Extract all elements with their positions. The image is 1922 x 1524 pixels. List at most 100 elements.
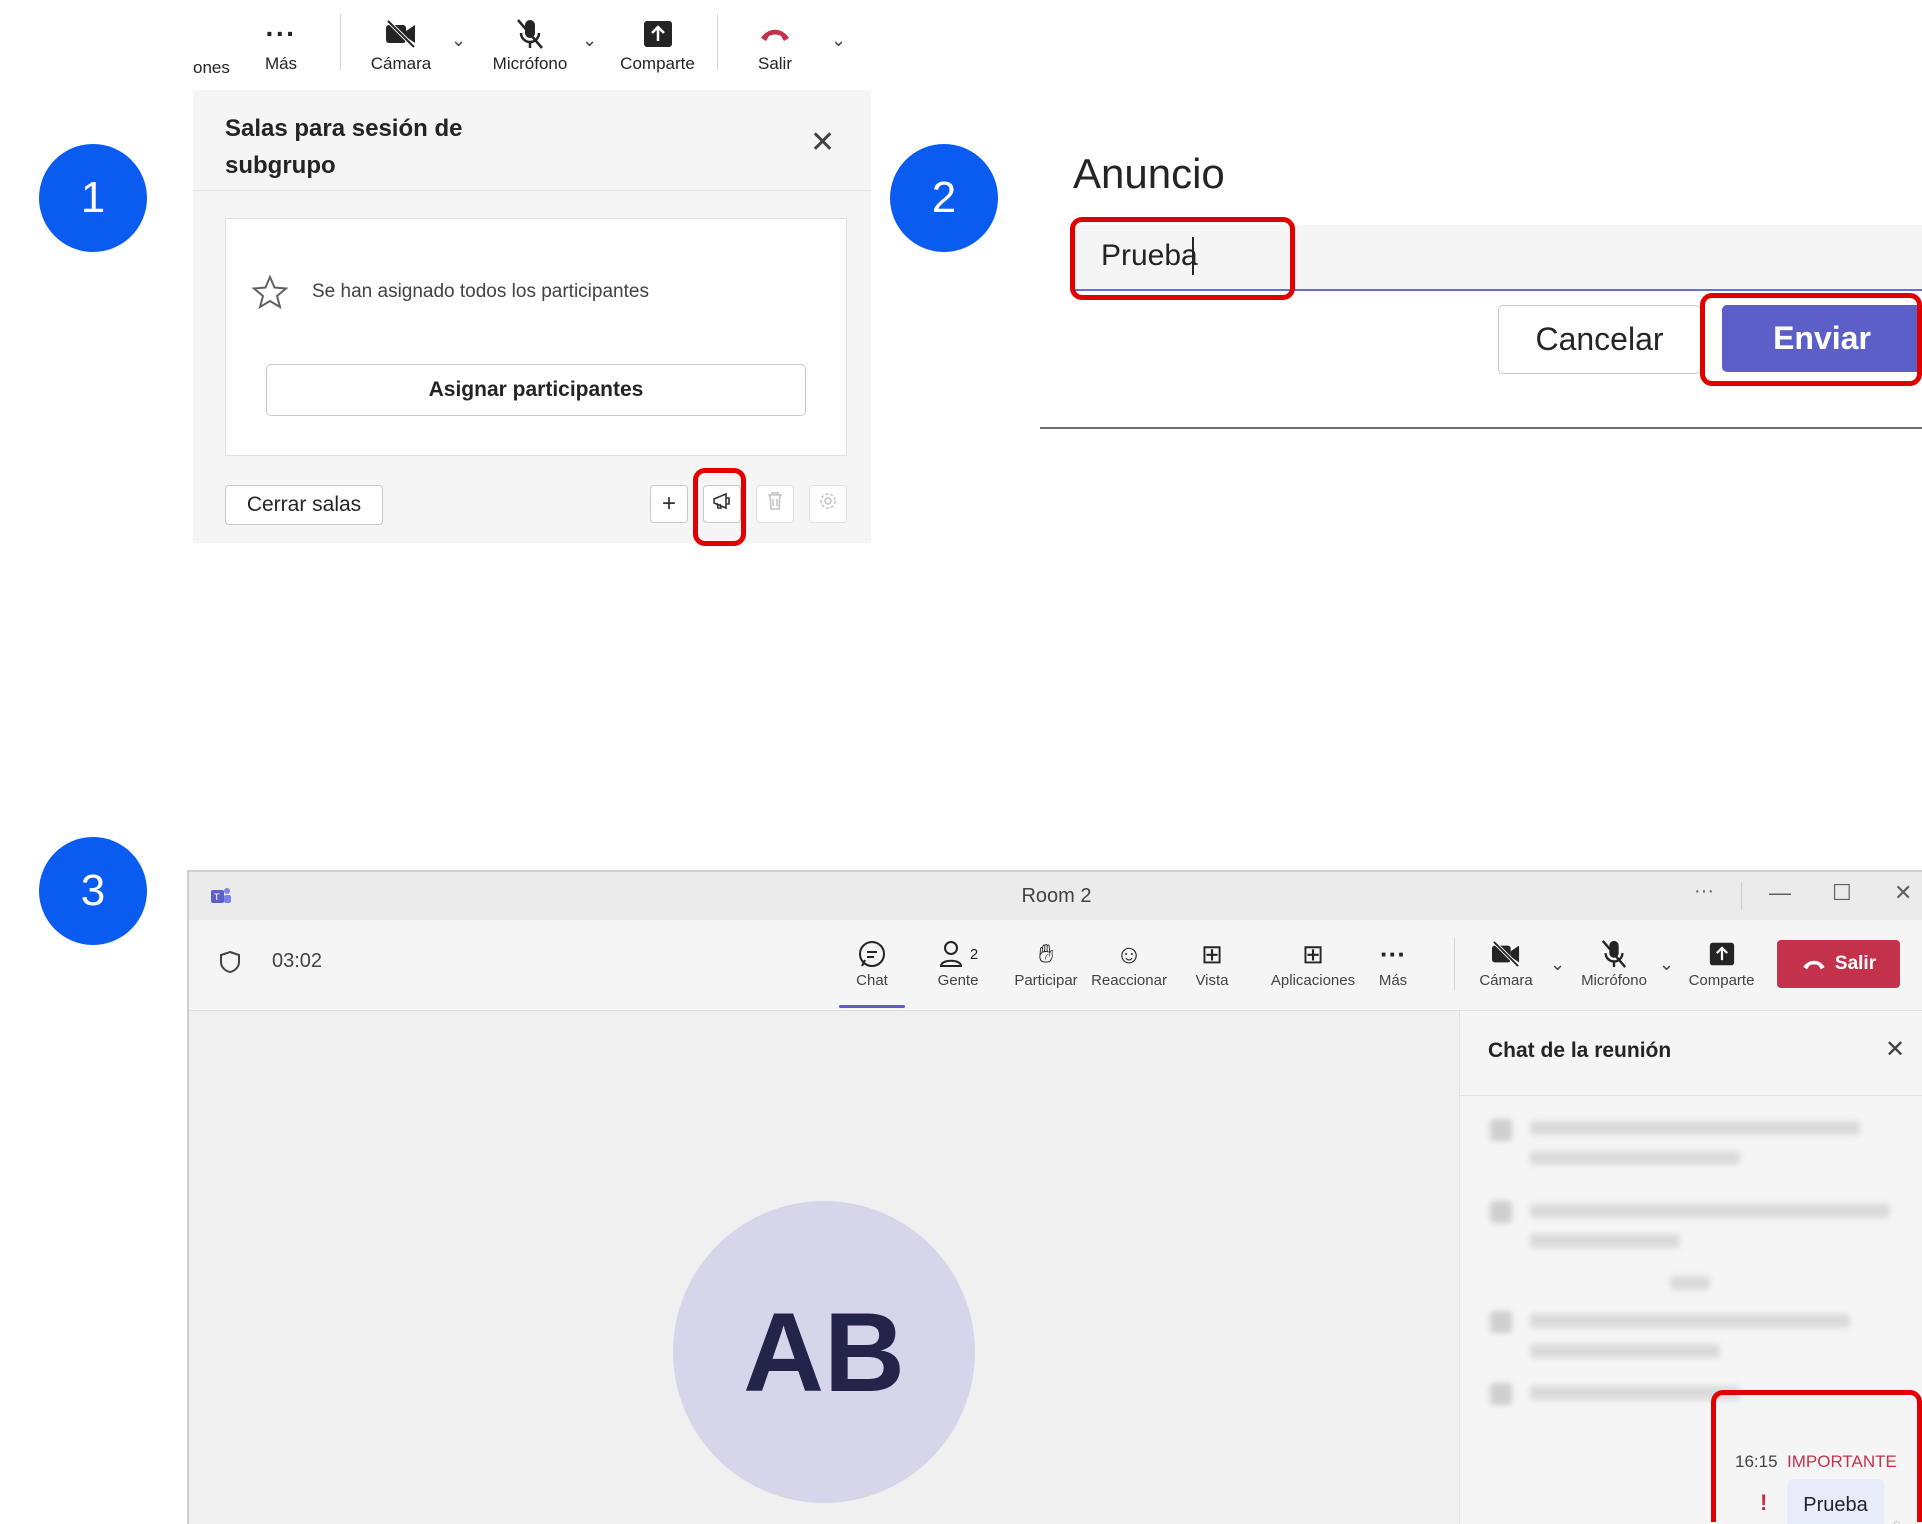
leave-button[interactable]: Salir xyxy=(1777,940,1900,988)
assign-participants-button[interactable]: Asignar participantes xyxy=(266,364,806,416)
divider xyxy=(340,14,341,70)
more-icon[interactable]: ··· xyxy=(1694,880,1714,903)
breakout-rooms-panel: Salas para sesión de subgrupo ✕ Se han a… xyxy=(193,90,871,543)
star-icon xyxy=(251,274,289,314)
toolbar-camera[interactable]: Cámara xyxy=(1471,936,1541,989)
people-count: 2 xyxy=(969,945,979,963)
share-label: Comparte xyxy=(620,54,695,73)
chat-label: Chat xyxy=(856,972,888,989)
announcement-title: Anuncio xyxy=(1073,150,1225,197)
toolbar-more[interactable]: ··· Más xyxy=(1368,936,1418,990)
shield-icon xyxy=(219,950,241,979)
camera-label: Cámara xyxy=(370,54,432,73)
blurred-line xyxy=(1530,1151,1740,1165)
delete-room-button[interactable] xyxy=(756,485,794,523)
leave-button[interactable]: Salir xyxy=(745,14,805,74)
step-1-badge: 1 xyxy=(39,144,147,252)
share-button[interactable]: Comparte xyxy=(615,14,700,74)
more-label: Más xyxy=(1378,972,1408,989)
chat-title: Chat de la reunión xyxy=(1488,1039,1672,1062)
rooms-card: Se han asignado todos los participantes … xyxy=(225,218,847,456)
blurred-line xyxy=(1530,1204,1890,1218)
chevron-down-icon[interactable]: ⌄ xyxy=(451,30,466,51)
toolbar-view[interactable]: ⊞ Vista xyxy=(1182,936,1242,990)
chevron-down-icon[interactable]: ⌄ xyxy=(582,30,597,51)
blurred-line xyxy=(1530,1344,1720,1358)
toolbar-cut-label: ones xyxy=(193,58,230,77)
camera-label: Cámara xyxy=(1479,972,1533,989)
hand-icon: ✋︎ xyxy=(1038,938,1054,968)
window-title: Room 2 xyxy=(1021,885,1092,907)
divider xyxy=(193,190,871,191)
emoji-icon: ☺ xyxy=(1115,938,1143,969)
toolbar-apps[interactable]: ⊞ Aplicaciones xyxy=(1258,936,1368,990)
chevron-down-icon[interactable]: ⌄ xyxy=(1550,954,1565,975)
mic-button[interactable]: Micrófono xyxy=(485,14,575,74)
share-label: Comparte xyxy=(1688,972,1755,989)
toolbar-people[interactable]: 2 Gente xyxy=(923,936,993,989)
panel-title-line1: Salas para sesión de xyxy=(225,115,463,142)
view-label: Vista xyxy=(1195,972,1229,989)
mic-off-icon xyxy=(515,14,545,54)
close-icon[interactable]: ✕ xyxy=(1885,1035,1905,1064)
settings-icon xyxy=(818,490,838,518)
room-settings-button[interactable] xyxy=(809,485,847,523)
toolbar-react[interactable]: ☺ Reaccionar xyxy=(1084,936,1174,990)
chevron-down-icon[interactable]: ⌄ xyxy=(831,30,846,51)
blurred-line xyxy=(1670,1276,1710,1290)
blurred-icon xyxy=(1490,1201,1512,1223)
leave-label: Salir xyxy=(757,54,792,73)
highlight-send xyxy=(1700,293,1922,386)
toolbar-raise-hand[interactable]: ✋︎ Participar xyxy=(1001,936,1091,989)
close-rooms-button[interactable]: Cerrar salas xyxy=(225,485,383,525)
toolbar-mic[interactable]: Micrófono xyxy=(1569,936,1659,989)
minimize-icon[interactable]: — xyxy=(1769,880,1791,906)
divider xyxy=(1040,427,1922,429)
highlight-message xyxy=(1711,1390,1922,1522)
mic-label: Micrófono xyxy=(492,54,568,73)
more-icon: ··· xyxy=(1380,938,1406,969)
add-app-icon: ⊞ xyxy=(1302,938,1324,969)
trash-icon xyxy=(766,490,784,518)
people-label: Gente xyxy=(937,972,979,989)
cancel-button[interactable]: Cancelar xyxy=(1498,305,1701,374)
camera-button[interactable]: Cámara xyxy=(366,14,436,74)
leave-label: Salir xyxy=(1834,953,1877,974)
close-icon[interactable]: ✕ xyxy=(810,128,835,158)
close-window-icon[interactable]: ✕ xyxy=(1894,880,1912,906)
divider xyxy=(1460,1095,1922,1096)
camera-off-icon xyxy=(1490,936,1522,972)
more-icon: ··· xyxy=(265,18,297,49)
blurred-icon xyxy=(1490,1119,1512,1141)
add-icon: + xyxy=(661,490,676,517)
share-icon xyxy=(642,14,674,54)
highlight-announcement xyxy=(693,468,746,546)
blurred-line xyxy=(1530,1314,1850,1328)
divider xyxy=(1454,938,1455,990)
blurred-line xyxy=(1530,1386,1740,1400)
hang-up-icon xyxy=(758,14,792,54)
toolbar-share[interactable]: Comparte xyxy=(1679,936,1764,989)
add-room-button[interactable]: + xyxy=(650,485,688,523)
meeting-window: T Room 2 ··· — ☐ ✕ 03:02 Chat 2 Gente ✋︎… xyxy=(187,870,1922,1524)
meeting-timer: 03:02 xyxy=(272,950,323,972)
react-label: Reaccionar xyxy=(1091,972,1167,989)
maximize-icon[interactable]: ☐ xyxy=(1832,880,1852,906)
mic-label: Micrófono xyxy=(1581,972,1647,989)
divider xyxy=(717,14,718,70)
meeting-toolbar: 03:02 Chat 2 Gente ✋︎ Participar ☺ Reacc… xyxy=(189,920,1922,1011)
blurred-line xyxy=(1530,1121,1860,1135)
active-tab-indicator xyxy=(839,1005,905,1008)
video-stage: AB xyxy=(189,1011,1459,1524)
blurred-line xyxy=(1530,1234,1680,1248)
mic-off-icon xyxy=(1600,936,1628,972)
toolbar-chat[interactable]: Chat xyxy=(837,936,907,989)
more-label: Más xyxy=(264,54,298,73)
share-icon xyxy=(1708,936,1736,972)
chevron-down-icon[interactable]: ⌄ xyxy=(1659,954,1674,975)
camera-off-icon xyxy=(384,14,418,54)
panel-title-line2: subgrupo xyxy=(225,152,336,179)
more-button[interactable]: ··· Más xyxy=(262,14,300,74)
title-bar: T Room 2 ··· — ☐ ✕ xyxy=(189,872,1922,920)
grid-icon: ⊞ xyxy=(1201,938,1223,969)
